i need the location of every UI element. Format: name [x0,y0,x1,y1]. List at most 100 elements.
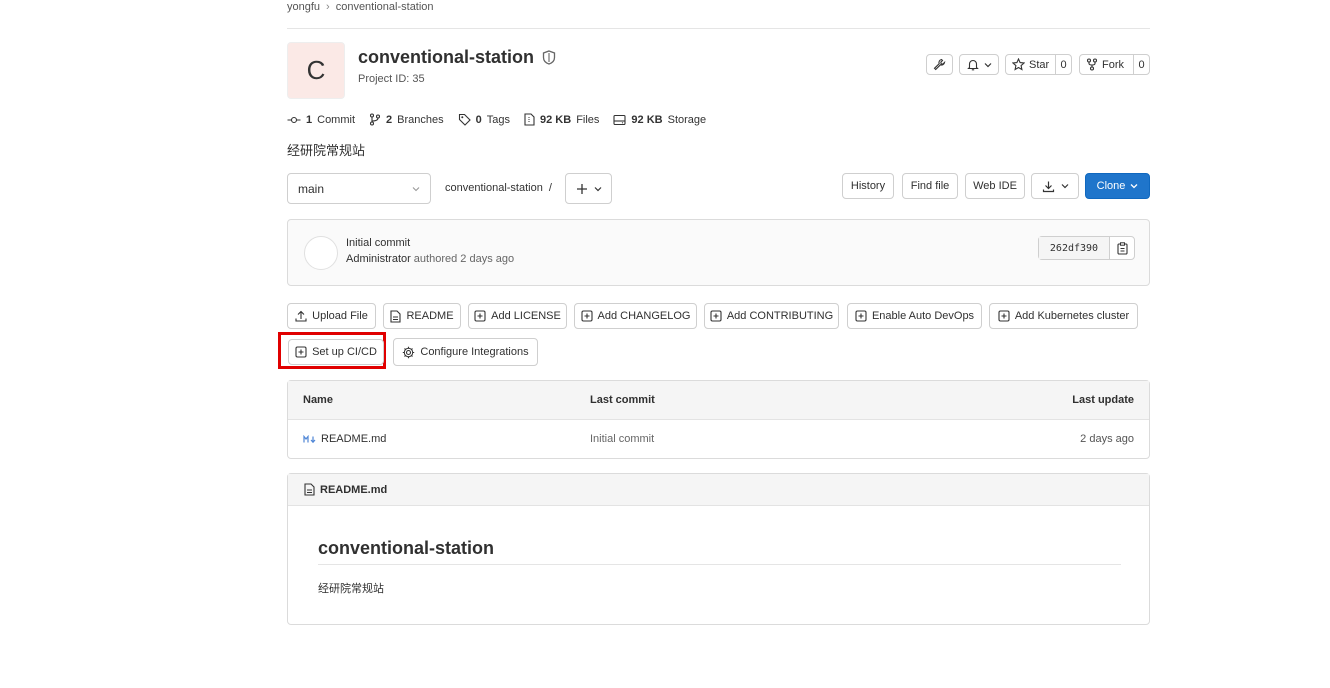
download-icon [1042,180,1055,193]
project-avatar: C [287,42,345,99]
column-header-last-commit: Last commit [590,394,655,406]
project-description: 经研院常规站 [287,143,366,158]
chevron-down-icon [1061,183,1069,189]
author-avatar[interactable] [304,236,338,270]
find-file-button[interactable]: Find file [902,173,958,199]
readme-viewer: README.md conventional-station 经研院常规站 [287,473,1150,625]
readme-button[interactable]: README [383,303,461,329]
chevron-down-icon [1130,183,1138,189]
chevron-down-icon [412,186,420,192]
upload-file-label: Upload File [312,310,368,322]
disk-icon [613,114,626,126]
readme-label: README [406,310,454,322]
branches-label: Branches [397,113,444,126]
configure-integrations-button[interactable]: Configure Integrations [393,338,538,366]
chevron-down-icon [594,186,602,192]
commit-time: authored 2 days ago [413,253,515,265]
plus-square-icon [474,310,486,322]
markdown-icon [303,434,317,444]
files-label: Files [576,113,600,126]
table-header: Name Last commit Last update [288,381,1149,420]
commits-stat[interactable]: 1 Commit [287,114,355,126]
tags-stat[interactable]: 0 Tags [458,113,510,126]
upload-icon [295,310,307,322]
branches-stat[interactable]: 2 Branches [369,113,444,126]
divider [287,28,1150,29]
commit-sha[interactable]: 262df390 [1039,237,1110,259]
add-to-tree-dropdown[interactable] [565,173,612,204]
wrench-icon [933,58,946,71]
storage-stat[interactable]: 92 KB Storage [613,114,706,126]
readme-filename[interactable]: README.md [320,484,387,496]
plus-square-icon [580,310,593,322]
commit-icon [287,115,301,125]
commit-author[interactable]: Administrator [346,253,411,265]
setup-cicd-label: Set up CI/CD [312,346,377,358]
plus-square-icon [295,346,307,358]
add-license-button[interactable]: Add LICENSE [468,303,567,329]
chevron-down-icon [984,62,992,68]
upload-file-button[interactable]: Upload File [287,303,376,329]
commit-title[interactable]: Initial commit [346,237,410,249]
plus-icon [576,183,588,195]
fork-count[interactable]: 0 [1133,55,1149,74]
project-title-row: conventional-station [358,47,556,68]
add-changelog-button[interactable]: Add CHANGELOG [574,303,697,329]
plus-square-icon [710,310,722,322]
web-ide-button[interactable]: Web IDE [965,173,1025,199]
commit-sha-group: 262df390 [1038,236,1135,260]
plus-square-icon [998,310,1010,322]
repo-path: conventional-station / [445,182,552,194]
readme-header: README.md [288,474,1149,506]
readme-body: 经研院常规站 [318,583,384,595]
settings-button[interactable] [926,54,953,75]
repo-path-root-link[interactable]: conventional-station [445,182,543,194]
commit-author-line: Administrator authored 2 days ago [346,253,514,265]
column-header-last-update: Last update [1072,394,1134,406]
notification-button[interactable] [959,54,999,75]
branch-icon [369,113,381,126]
fork-button[interactable]: Fork 0 [1079,54,1150,75]
plus-square-icon [855,310,867,322]
files-stat[interactable]: 92 KB Files [524,113,599,126]
tags-label: Tags [486,113,510,126]
clone-dropdown[interactable]: Clone [1085,173,1150,199]
star-label: Star [1029,58,1050,71]
setup-cicd-button[interactable]: Set up CI/CD [288,339,384,365]
file-name[interactable]: README.md [321,433,386,445]
breadcrumb-project-link[interactable]: conventional-station [336,1,434,13]
download-dropdown[interactable] [1031,173,1079,199]
star-icon [1012,58,1025,71]
project-stats: 1 Commit 2 Branches 0 Tags 92 KB Files 9… [287,113,706,126]
copy-sha-button[interactable] [1110,237,1134,259]
file-name-cell[interactable]: README.md [303,433,386,445]
breadcrumb: yongfu › conventional-station [287,0,434,14]
clipboard-icon [1116,241,1128,255]
add-changelog-label: Add CHANGELOG [597,310,691,322]
add-contributing-label: Add CONTRIBUTING [726,310,834,322]
clone-label: Clone [1096,180,1126,192]
storage-size: 92 KB [631,113,663,126]
path-separator: / [548,182,552,194]
enable-auto-devops-button[interactable]: Enable Auto DevOps [847,303,982,329]
branch-selector[interactable]: main [287,173,431,204]
add-kubernetes-cluster-button[interactable]: Add Kubernetes cluster [989,303,1138,329]
breadcrumb-namespace-link[interactable]: yongfu [287,1,320,13]
enable-auto-devops-label: Enable Auto DevOps [871,310,975,322]
file-icon [390,309,402,323]
history-button[interactable]: History [842,173,894,199]
add-contributing-button[interactable]: Add CONTRIBUTING [704,303,839,329]
readme-heading-divider [318,564,1121,565]
project-id: Project ID: 35 [358,73,425,85]
star-button[interactable]: Star 0 [1005,54,1072,75]
star-count[interactable]: 0 [1055,55,1071,74]
file-archive-icon [524,113,535,126]
file-last-commit[interactable]: Initial commit [590,433,654,445]
tag-icon [458,113,471,126]
chevron-right-icon: › [326,1,330,13]
tags-count: 0 [475,113,482,126]
table-row[interactable]: README.md Initial commit 2 days ago [288,420,1149,458]
column-header-name: Name [303,394,333,406]
last-commit-panel: Initial commit Administrator authored 2 … [287,219,1150,286]
fork-icon [1086,58,1098,71]
